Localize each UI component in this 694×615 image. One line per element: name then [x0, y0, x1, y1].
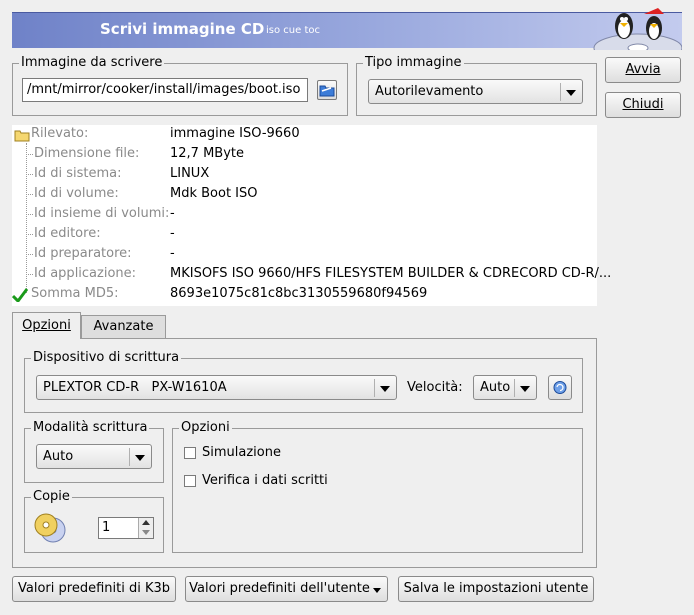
open-file-button[interactable]	[317, 80, 337, 100]
info-value: 12,7 MByte	[170, 146, 245, 161]
close-button-label: Chiudi	[622, 97, 664, 112]
k3b-defaults-button[interactable]: Valori predefiniti di K3b	[12, 576, 176, 602]
speed-select[interactable]: Auto	[473, 375, 537, 400]
info-row: Id di sistema: LINUX	[12, 164, 597, 184]
chevron-down-icon	[374, 379, 393, 397]
info-row: Id applicazione: MKISOFS ISO 9660/HFS FIL…	[12, 264, 611, 284]
arrow-down-icon	[142, 530, 150, 535]
chevron-down-icon	[373, 588, 381, 593]
info-value: Mdk Boot ISO	[170, 186, 258, 201]
write-mode-value: Auto	[43, 449, 74, 464]
write-mode-group-title: Modalità scrittura	[31, 420, 150, 436]
image-type-group-title: Tipo immagine	[363, 55, 464, 71]
info-label: Id applicazione:	[34, 266, 137, 281]
user-defaults-label: Valori predefiniti dell'utente	[189, 581, 370, 596]
tree-branch	[26, 214, 33, 215]
info-label: Id preparatore:	[34, 246, 132, 261]
write-mode-select[interactable]: Auto	[36, 444, 152, 469]
info-value: MKISOFS ISO 9660/HFS FILESYSTEM BUILDER …	[170, 266, 612, 281]
info-label: Id insieme di volumi:	[34, 206, 170, 221]
folder-open-icon	[319, 85, 335, 97]
info-value: -	[170, 206, 175, 221]
info-label: Rilevato:	[31, 126, 89, 141]
tree-branch	[26, 154, 33, 155]
writer-device-select[interactable]: PLEXTOR CD-R PX-W1610A	[36, 375, 397, 400]
tree-branch	[26, 194, 33, 195]
cd-copies-icon	[34, 513, 66, 543]
image-type-select[interactable]: Autorilevamento	[368, 79, 583, 104]
speed-label: Velocità:	[407, 380, 463, 395]
info-row: Dimensione file: 12,7 MByte	[12, 144, 597, 164]
refresh-icon	[553, 381, 567, 394]
chevron-down-icon	[514, 379, 533, 397]
info-value: -	[170, 246, 175, 261]
tab-advanced[interactable]: Avanzate	[81, 315, 166, 338]
copies-value: 1	[102, 520, 111, 535]
info-row: Rilevato: immagine ISO-9660	[12, 124, 597, 144]
tree-branch	[26, 174, 33, 175]
arrow-up-icon	[142, 520, 150, 525]
info-value: 8693e1075c81c8bc3130559680f94569	[170, 286, 428, 301]
info-value: immagine ISO-9660	[170, 126, 300, 141]
image-info-list: Rilevato: immagine ISO-9660 Dimensione fil…	[12, 124, 611, 306]
options-group-title: Opzioni	[179, 420, 232, 436]
simulation-label: Simulazione	[202, 445, 281, 460]
tree-branch	[26, 234, 33, 235]
chevron-down-icon	[560, 83, 579, 101]
save-user-settings-label: Salva le impostazioni utente	[403, 581, 589, 596]
user-defaults-button[interactable]: Valori predefiniti dell'utente	[185, 576, 388, 602]
info-label: Somma MD5:	[31, 286, 119, 301]
verify-checkbox[interactable]	[184, 475, 196, 487]
start-button-label: Avvia	[625, 62, 661, 77]
speed-value: Auto	[480, 380, 511, 395]
chevron-down-icon	[129, 448, 148, 466]
k3b-defaults-label: Valori predefiniti di K3b	[18, 581, 170, 596]
start-button[interactable]: Avvia	[605, 57, 681, 83]
info-row: Id preparatore: -	[12, 244, 597, 264]
k3b-logo-icon	[593, 8, 682, 50]
info-label: Dimensione file:	[34, 146, 140, 161]
close-button[interactable]: Chiudi	[605, 92, 681, 118]
tab-options[interactable]: Opzioni	[12, 312, 81, 339]
copies-spinbox[interactable]: 1	[98, 517, 154, 539]
info-value: LINUX	[170, 166, 210, 181]
info-row: Id editore: -	[12, 224, 597, 244]
info-label: Id di sistema:	[34, 166, 122, 181]
tab-options-label: Opzioni	[22, 318, 71, 333]
image-path-input[interactable]: /mnt/mirror/cooker/install/images/boot.i…	[22, 78, 308, 102]
dialog-subtitle: iso cue toc	[266, 25, 320, 36]
image-type-value: Autorilevamento	[375, 84, 484, 99]
save-user-settings-button[interactable]: Salva le impostazioni utente	[398, 576, 594, 602]
info-label: Id di volume:	[34, 186, 119, 201]
simulation-checkbox[interactable]	[184, 447, 196, 459]
info-row: Somma MD5: 8693e1075c81c8bc3130559680f945…	[12, 284, 597, 304]
device-group-title: Dispositivo di scrittura	[31, 350, 182, 366]
info-row: Id insieme di volumi: -	[12, 204, 597, 224]
tree-branch	[26, 254, 33, 255]
dialog-title: Scrivi immagine CD	[100, 20, 265, 38]
copies-group-title: Copie	[31, 489, 72, 505]
tab-advanced-label: Avanzate	[93, 319, 154, 334]
refresh-devices-button[interactable]	[548, 375, 572, 400]
info-value: -	[170, 226, 175, 241]
info-label: Id editore:	[34, 226, 101, 241]
image-group-title: Immagine da scrivere	[19, 55, 165, 71]
info-row: Id di volume: Mdk Boot ISO	[12, 184, 597, 204]
verify-label: Verifica i dati scritti	[202, 473, 328, 488]
writer-device-value: PLEXTOR CD-R PX-W1610A	[43, 380, 227, 395]
tree-branch	[26, 274, 33, 275]
spin-down-button[interactable]	[138, 528, 153, 538]
